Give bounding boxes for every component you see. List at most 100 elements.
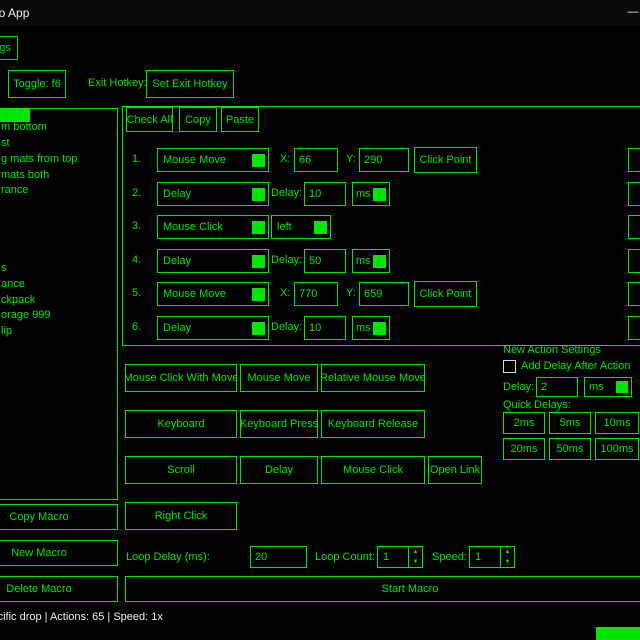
delay-button[interactable]: Delay [240, 456, 318, 484]
action-type-value: Delay [158, 322, 252, 334]
x-coordinate-input[interactable] [294, 148, 338, 172]
action-type-dropdown[interactable]: Delay [157, 182, 269, 206]
new-delay-input[interactable] [536, 377, 578, 397]
macro-list-item[interactable]: s [1, 262, 7, 274]
remove-action-button[interactable]: Remove [628, 316, 640, 340]
action-type-dropdown[interactable]: Mouse Move [157, 282, 269, 306]
quick-delay-2ms-button[interactable]: 2ms [503, 412, 545, 434]
action-type-dropdown[interactable]: Mouse Move [157, 148, 269, 172]
remove-action-button[interactable]: Remove [628, 148, 640, 172]
action-type-dropdown[interactable]: Mouse Click [157, 215, 269, 239]
action-row-number: 1. [132, 153, 141, 165]
right-click-button[interactable]: Right Click [125, 502, 237, 530]
resize-grip[interactable] [596, 627, 640, 640]
dropdown-arrow-icon [314, 221, 327, 234]
macro-list-item[interactable]: st [1, 137, 10, 149]
action-row-number: 2. [132, 187, 141, 199]
dropdown-arrow-icon [373, 255, 386, 268]
delay-value-input[interactable] [304, 182, 346, 206]
macro-list-item[interactable]: ckpack [1, 294, 35, 306]
start-macro-button[interactable]: Start Macro [125, 576, 640, 602]
keyboard-press-button[interactable]: Keyboard Press [240, 410, 318, 438]
x-coordinate-input[interactable] [294, 282, 338, 306]
mouse-click-button[interactable]: Mouse Click [321, 456, 425, 484]
speed-label: Speed: [432, 551, 467, 563]
mouse-move-button[interactable]: Mouse Move [240, 364, 318, 392]
copy-button[interactable]: Copy [179, 107, 217, 132]
relative-mouse-move-button[interactable]: Relative Mouse Move [321, 364, 425, 392]
delay-unit-dropdown[interactable]: ms [352, 182, 390, 206]
loop-count-stepper[interactable]: 1 ▲ ▼ [377, 546, 423, 568]
exit-hotkey-label: Exit Hotkey: [88, 77, 147, 89]
dropdown-arrow-icon [252, 221, 265, 234]
stepper-down-icon[interactable]: ▼ [501, 557, 514, 567]
click-point-button[interactable]: Click Point [414, 281, 477, 307]
dropdown-arrow-icon [252, 188, 265, 201]
remove-action-button[interactable]: Remove [628, 215, 640, 239]
status-bar-text: Specific drop | Actions: 65 | Speed: 1x [0, 611, 163, 623]
quick-delay-20ms-button[interactable]: 20ms [503, 438, 545, 460]
remove-action-button[interactable]: Remove [628, 182, 640, 206]
delay-unit-dropdown[interactable]: ms [352, 249, 390, 273]
keyboard-button[interactable]: Keyboard [125, 410, 237, 438]
stepper-down-icon[interactable]: ▼ [409, 557, 422, 567]
quick-delay-5ms-button[interactable]: 5ms [549, 412, 591, 434]
delay-label: Delay: [271, 321, 302, 333]
copy-macro-button[interactable]: Copy Macro [0, 504, 118, 530]
x-label: X: [280, 153, 290, 165]
action-type-dropdown[interactable]: Delay [157, 249, 269, 273]
delay-label: Delay: [271, 187, 302, 199]
keyboard-release-button[interactable]: Keyboard Release [321, 410, 425, 438]
paste-button[interactable]: Paste [221, 107, 259, 132]
action-type-dropdown[interactable]: Delay [157, 316, 269, 340]
set-exit-hotkey-button[interactable]: Set Exit Hotkey [146, 70, 234, 98]
dropdown-arrow-icon [252, 322, 265, 335]
remove-action-button[interactable]: Remove [628, 249, 640, 273]
y-coordinate-input[interactable] [359, 148, 409, 172]
new-macro-button[interactable]: New Macro [0, 540, 118, 566]
mouse-button-dropdown[interactable]: left [271, 215, 331, 239]
macro-list-item[interactable]: ance [1, 278, 25, 290]
y-label: Y: [346, 287, 356, 299]
new-delay-unit-dropdown[interactable]: ms [584, 377, 632, 397]
add-delay-checkbox[interactable] [503, 360, 516, 373]
remove-action-button[interactable]: Remove [628, 282, 640, 306]
quick-delay-100ms-button[interactable]: 100ms [595, 438, 639, 460]
quick-delay-10ms-button[interactable]: 10ms [595, 412, 639, 434]
scroll-button[interactable]: Scroll [125, 456, 237, 484]
macro-list-item[interactable]: orage 999 [1, 309, 51, 321]
stepper-up-icon[interactable]: ▲ [409, 547, 422, 557]
action-type-value: Mouse Move [158, 288, 252, 300]
new-delay-label: Delay: [503, 381, 534, 393]
stepper-arrows: ▲ ▼ [408, 547, 422, 567]
delay-value-input[interactable] [304, 249, 346, 273]
minimize-button[interactable]: — [626, 4, 640, 20]
loop-delay-input[interactable] [250, 546, 307, 568]
settings-button[interactable]: Settings [0, 36, 18, 60]
delay-unit-value: ms [353, 322, 373, 334]
stepper-arrows: ▲ ▼ [500, 547, 514, 567]
y-coordinate-input[interactable] [359, 282, 409, 306]
speed-stepper[interactable]: 1 ▲ ▼ [469, 546, 515, 568]
delay-value-input[interactable] [304, 316, 346, 340]
stepper-up-icon[interactable]: ▲ [501, 547, 514, 557]
dropdown-arrow-icon [616, 381, 628, 393]
add-delay-label: Add Delay After Action [521, 360, 630, 372]
mouse-click-with-move-button[interactable]: Mouse Click With Move [125, 364, 237, 392]
macro-list-item[interactable]: m bottom [1, 121, 47, 133]
macro-list-item[interactable]: rance [1, 184, 29, 196]
macro-list-item[interactable]: mats both [1, 169, 49, 181]
action-row-number: 3. [132, 220, 141, 232]
delay-unit-value: ms [353, 188, 373, 200]
open-link-button[interactable]: Open Link [428, 456, 482, 484]
speed-value: 1 [470, 547, 500, 567]
macro-list-item[interactable]: lip [1, 325, 12, 337]
quick-delay-50ms-button[interactable]: 50ms [549, 438, 591, 460]
macro-list-item[interactable]: g mats from top [1, 153, 77, 165]
check-all-button[interactable]: Check All [126, 107, 173, 132]
click-point-button[interactable]: Click Point [414, 147, 477, 173]
delay-unit-dropdown[interactable]: ms [352, 316, 390, 340]
delete-macro-button[interactable]: Delete Macro [0, 576, 118, 602]
action-row-number: 4. [132, 254, 141, 266]
toggle-hotkey-button[interactable]: Toggle: f6 [8, 70, 66, 98]
